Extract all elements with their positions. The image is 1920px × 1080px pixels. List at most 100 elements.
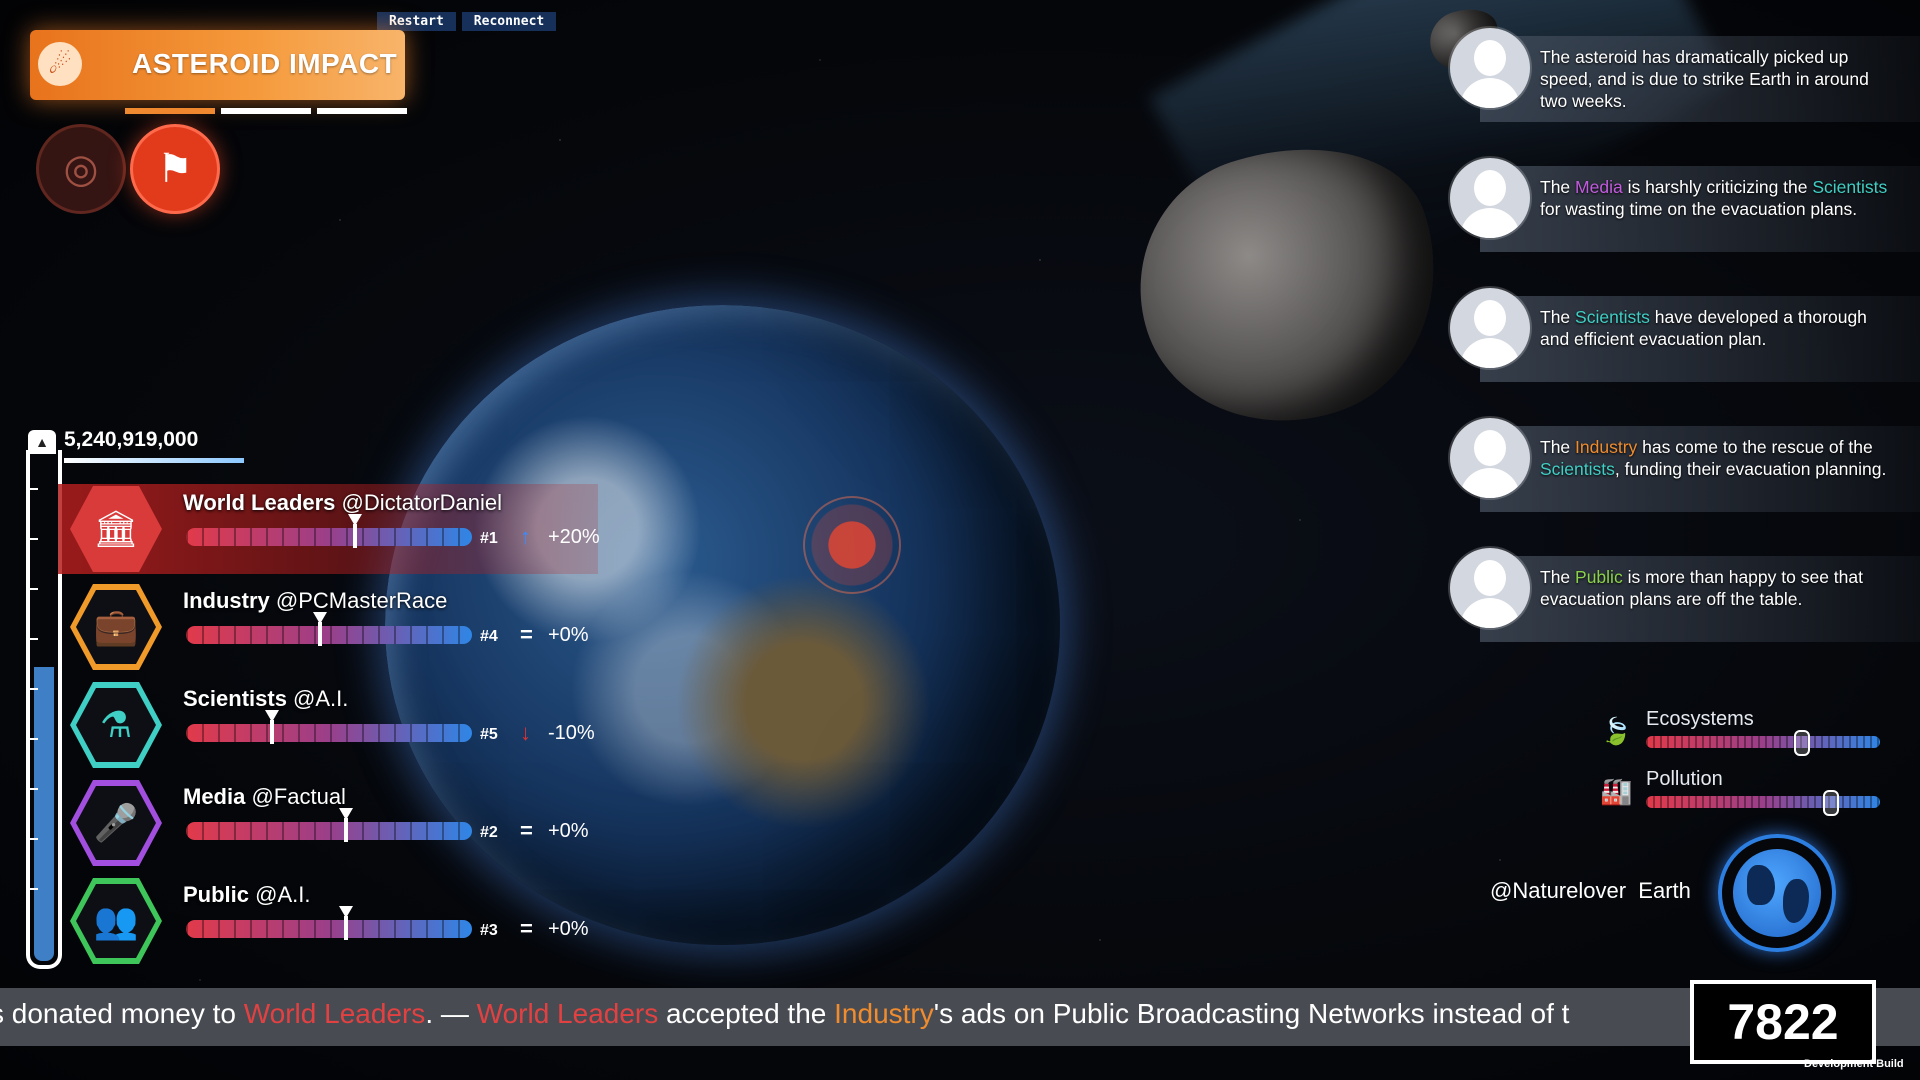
feed-message-part: The [1540,567,1576,587]
news-feed-item: The asteroid has dramatically picked up … [1450,28,1920,138]
arrow-down-icon: ↓ [520,720,531,745]
ticker-part: 's ads on Public Broadcasting Networks i… [933,998,1570,1029]
faction-player-handle: @PCMasterRace [269,588,448,613]
ticker-part: s donated money to [0,998,244,1029]
faction-row-scientists[interactable]: ⚗ Scientists @A.I. #5 ↓ -10% [58,680,618,776]
slider-handle[interactable] [313,612,327,646]
faction-rank: #1 [480,530,498,547]
faction-title: Media [183,784,246,809]
population-gauge [26,450,62,969]
earth-player-handle: @Naturelover [1490,878,1627,903]
population-gauge-tick [26,888,38,890]
population-gauge-tick [26,538,38,540]
slider-handle[interactable] [265,710,279,744]
environment-meter-handle [1794,730,1810,756]
faction-row-public[interactable]: 👥 Public @A.I. #3 = +0% [58,876,618,972]
faction-hex-badge: ⚗ [70,682,162,768]
faction-row-media[interactable]: 🎤 Media @Factual #2 = +0% [58,778,618,874]
progress-segment [317,108,407,114]
population-gauge-fill [34,667,54,961]
faction-rank: #3 [480,922,498,939]
faction-title: Public [183,882,250,907]
faction-rank: #2 [480,824,498,841]
equal-icon: = [520,916,533,941]
faction-hex-badge: 🏛 [70,486,162,572]
faction-influence-slider[interactable] [186,808,472,842]
avatar [1450,28,1530,108]
earth-player-name: Earth [1638,878,1691,903]
faction-name: Public @A.I. [183,882,310,908]
faction-change-value: -10% [548,722,595,744]
feed-message: The Media is harshly criticizing the Sci… [1540,176,1900,220]
progress-segment [221,108,311,114]
earth-player-icon[interactable] [1718,834,1836,952]
ticker-part: Industry [834,998,934,1029]
environment-label: Pollution [1646,768,1723,790]
faction-player-handle: @A.I. [249,882,311,907]
flask-icon: ⚗ [76,688,156,762]
faction-title: Industry [183,588,270,613]
slider-handle[interactable] [339,808,353,842]
gather-ability-button[interactable]: ⚑ [130,124,220,214]
leaf-icon: 🍃 [1600,716,1633,746]
feed-message-part: Industry [1575,437,1638,457]
arrow-up-icon: ↑ [520,524,531,549]
population-count: 5,240,919,000 [64,428,199,451]
faction-influence-slider[interactable] [186,612,472,646]
score-counter: 7822 [1690,980,1876,1064]
ticker-part: World Leaders [243,998,426,1029]
equal-icon: = [520,818,533,843]
faction-name: Media @Factual [183,784,346,810]
feed-message-part: , funding their evacuation planning. [1614,459,1887,479]
faction-player-handle: @A.I. [286,686,349,711]
ticker-text: s donated money to World Leaders. — Worl… [0,998,1569,1030]
environment-pollution: 🏭 Pollution [1600,768,1890,816]
feed-message-part: Scientists [1575,307,1650,327]
avatar [1450,418,1530,498]
equal-icon: = [520,622,533,647]
ticker-part: . — [425,998,477,1029]
development-build-label: Development Build [1804,1058,1904,1070]
faction-name: World Leaders @DictatorDaniel [183,490,502,516]
faction-change-value: +0% [548,820,589,842]
population-gauge-tick [26,588,38,590]
ticker-part: World Leaders [476,998,659,1029]
population-gauge-tick [26,638,38,640]
faction-influence-slider[interactable] [186,906,472,940]
news-feed-item: The Public is more than happy to see tha… [1450,548,1920,658]
slider-handle[interactable] [339,906,353,940]
feed-message: The Industry has come to the rescue of t… [1540,436,1900,480]
feed-message: The Public is more than happy to see tha… [1540,566,1900,610]
reconnect-button[interactable]: Reconnect [461,12,557,31]
debug-toolbar: Restart Reconnect [377,12,557,31]
feed-message-part: is harshly criticizing the [1622,177,1813,197]
factory-icon: 🏭 [1600,776,1633,806]
meteor-icon: ☄ [38,42,82,86]
population-gauge-tick [26,688,38,690]
feed-message-part: The [1540,177,1576,197]
faction-row-world-leaders[interactable]: 🏛 World Leaders @DictatorDaniel #1 ↑ +20% [58,484,618,580]
environment-meter [1646,730,1880,756]
slider-handle[interactable] [348,514,362,548]
faction-name: Scientists @A.I. [183,686,348,712]
environment-label: Ecosystems [1646,708,1754,730]
population-gauge-tick [26,488,38,490]
faction-rank: #4 [480,628,498,645]
faction-influence-slider[interactable] [186,710,472,744]
faction-change-value: +20% [548,526,600,548]
feed-message-part: for wasting time on the evacuation plans… [1540,199,1858,219]
radar-ability-button[interactable]: ◎ [36,124,126,214]
faction-row-industry[interactable]: 💼 Industry @PCMasterRace #4 = +0% [58,582,618,678]
feed-message-part: The [1540,437,1576,457]
faction-rank: #5 [480,726,498,743]
microphone-icon: 🎤 [76,786,156,860]
avatar [1450,158,1530,238]
feed-message-part: has come to the rescue of the [1637,437,1873,457]
faction-change-value: +0% [548,624,589,646]
population-gauge-tick [26,788,38,790]
earth-player-label: @Naturelover Earth [1490,878,1691,904]
population-underline [64,458,244,463]
restart-button[interactable]: Restart [377,12,456,31]
faction-influence-slider[interactable] [186,514,472,548]
briefcase-icon: 💼 [76,590,156,664]
